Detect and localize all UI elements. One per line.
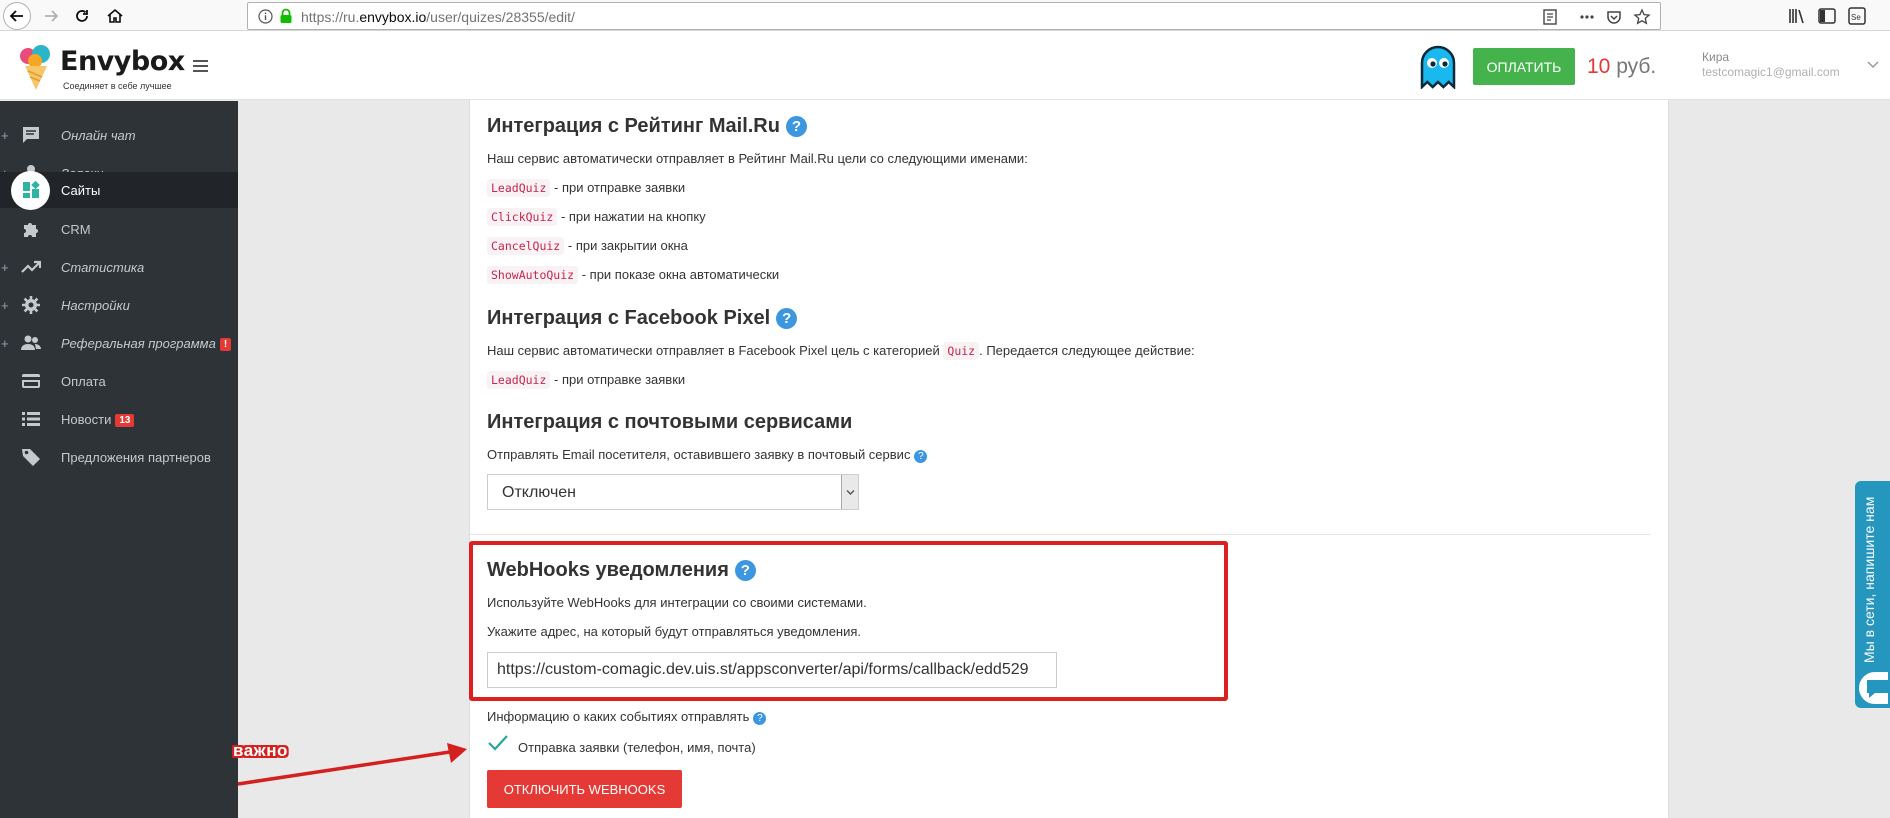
mail-service-select[interactable]: Отключен (487, 474, 859, 510)
sidebar-item-chat[interactable]: + Онлайн чат (0, 115, 238, 155)
arrow-right-icon (45, 10, 59, 22)
chat-widget-text[interactable]: Мы в сети, напишите нам (1861, 497, 1877, 663)
logo-icecream-icon[interactable] (19, 44, 53, 92)
mail-services-description: Отправлять Email посетителя, оставившего… (487, 447, 928, 463)
facebook-intro: Наш сервис автоматически отправляет в Fa… (487, 342, 1195, 360)
sidebar-toggle-icon[interactable] (1817, 6, 1837, 26)
expand-plus-icon[interactable]: + (1, 298, 9, 313)
lock-icon (280, 8, 292, 23)
svg-text:Se: Se (1851, 13, 1861, 22)
forward-button[interactable] (37, 2, 65, 30)
sidebar-item-crm[interactable]: CRM (0, 209, 238, 249)
sidebar-item-label: Сайты (61, 182, 101, 198)
sidebar: + Онлайн чат + Заявки Сайты CRM + Статис… (0, 101, 238, 818)
puzzle-icon (21, 219, 41, 239)
pay-button[interactable]: ОПЛАТИТЬ (1473, 48, 1575, 85)
reader-view-icon[interactable] (1541, 8, 1559, 26)
event-checkbox-label[interactable]: Отправка заявки (телефон, имя, почта) (518, 740, 756, 755)
sidebar-item-sites[interactable]: Сайты (0, 170, 238, 210)
home-button[interactable] (101, 2, 129, 30)
gear-icon (21, 295, 41, 315)
chat-icon (21, 125, 41, 145)
expand-plus-icon[interactable]: + (1, 260, 9, 275)
help-icon[interactable]: ? (914, 450, 928, 463)
library-icon[interactable] (1787, 6, 1807, 26)
bookmark-star-icon[interactable] (1633, 8, 1651, 26)
sidebar-item-label: Оплата (61, 373, 106, 389)
help-icon[interactable]: ? (753, 712, 767, 725)
back-button[interactable] (3, 2, 31, 30)
annotation-arrow-icon (237, 743, 467, 786)
logo-name[interactable]: Envybox (60, 46, 185, 77)
alert-badge: ! (219, 337, 232, 351)
sidebar-item-settings[interactable]: + Настройки (0, 285, 238, 325)
app-header: Envybox Соединяет в себе лучшее ОПЛАТИТЬ… (0, 31, 1890, 100)
sidebar-item-label: Предложения партнеров (61, 449, 211, 465)
info-icon[interactable] (258, 9, 273, 24)
checkmark-icon[interactable] (487, 734, 509, 752)
sidebar-item-label: Реферальная программа! (61, 336, 232, 351)
sidebar-item-payment[interactable]: Оплата (0, 361, 238, 401)
sidebar-item-stats[interactable]: + Статистика (0, 247, 238, 287)
list-icon (21, 409, 41, 429)
section-divider (470, 534, 1650, 535)
mail-services-title: Интеграция с почтовыми сервисами (487, 411, 853, 433)
browser-toolbar: https://ru.envybox.io/user/quizes/28355/… (0, 0, 1890, 31)
mailru-title: Интеграция с Рейтинг Mail.Ru? (487, 115, 807, 138)
user-name[interactable]: Кира (1702, 50, 1729, 64)
goal-item: CancelQuiz - при закрытии окна (487, 237, 688, 255)
facebook-title: Интеграция с Facebook Pixel? (487, 307, 798, 330)
highlight-frame (469, 541, 1228, 701)
news-count-badge: 13 (115, 413, 135, 427)
sidebar-item-label: CRM (61, 221, 91, 237)
mailru-intro: Наш сервис автоматически отправляет в Ре… (487, 151, 1028, 166)
home-icon (107, 8, 123, 23)
arrow-left-icon (9, 10, 23, 22)
select-value: Отключен (502, 484, 577, 501)
sidebar-item-label: Онлайн чат (61, 127, 136, 143)
pocket-icon[interactable] (1605, 8, 1623, 26)
card-icon (21, 371, 41, 391)
url-text: https://ru.envybox.io/user/quizes/28355/… (301, 9, 575, 25)
balance-amount: 10 (1587, 55, 1611, 78)
expand-plus-icon[interactable]: + (1, 336, 9, 351)
tag-icon (21, 447, 41, 467)
goal-item: ClickQuiz - при нажатии на кнопку (487, 208, 706, 226)
sidebar-item-referral[interactable]: + Реферальная программа! (0, 323, 238, 363)
sidebar-item-label: Статистика (61, 259, 145, 275)
reload-icon (76, 10, 88, 22)
help-icon[interactable]: ? (776, 308, 798, 329)
balance-currency: руб. (1616, 55, 1657, 78)
balance: 10 руб. (1587, 55, 1656, 79)
sidebar-item-partners[interactable]: Предложения партнеров (0, 437, 238, 477)
extension-icon[interactable]: Se (1847, 6, 1867, 26)
reload-button[interactable] (68, 2, 96, 30)
sidebar-item-label: Настройки (61, 297, 130, 313)
chat-bubble-icon[interactable] (1857, 670, 1890, 706)
user-email[interactable]: testcomagic1@gmail.com (1702, 65, 1840, 79)
help-icon[interactable]: ? (785, 116, 807, 137)
logo-tagline: Соединяет в себе лучшее (63, 81, 172, 91)
people-icon (21, 333, 41, 353)
hamburger-menu-icon[interactable] (193, 60, 208, 72)
sidebar-item-news[interactable]: Новости 13 (0, 399, 238, 439)
chevron-down-icon[interactable] (1867, 59, 1879, 69)
expand-plus-icon[interactable]: + (1, 128, 9, 143)
goal-item: ShowAutoQuiz - при показе окна автоматич… (487, 266, 779, 284)
sites-icon (11, 170, 50, 210)
sidebar-item-label: Новости 13 (61, 412, 135, 427)
goal-item: LeadQuiz - при отправке заявки (487, 179, 685, 197)
more-icon[interactable] (1578, 8, 1596, 26)
ghost-mascot-icon (1420, 45, 1456, 89)
url-bar[interactable]: https://ru.envybox.io/user/quizes/28355/… (247, 2, 1661, 30)
chevron-down-icon[interactable] (841, 475, 858, 509)
facebook-action: LeadQuiz - при отправке заявки (487, 371, 685, 389)
trending-icon (21, 257, 41, 277)
disable-webhooks-button[interactable]: ОТКЛЮЧИТЬ WEBHOOKS (487, 770, 682, 808)
webhooks-events-label: Информацию о каких событиях отправлять? (487, 709, 767, 725)
